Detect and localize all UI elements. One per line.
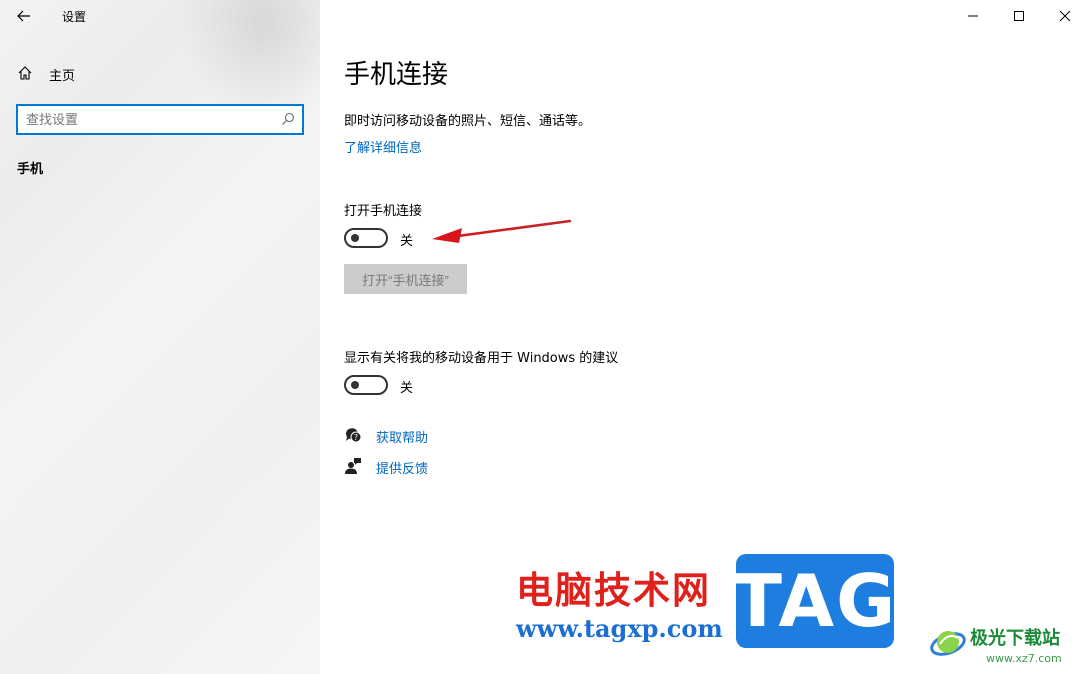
title-bar: 设置 (0, 0, 320, 32)
sidebar-section-title: 手机 (17, 162, 44, 177)
suggestions-toggle-state: 关 (400, 381, 414, 396)
watermark-brand2-name: 极光下载站 (970, 628, 1060, 649)
close-button[interactable] (1042, 0, 1088, 32)
minimize-icon (968, 15, 978, 17)
maximize-icon (1014, 11, 1024, 21)
watermark-tag-logo: TAG (733, 554, 895, 648)
page-description: 即时访问移动设备的照片、短信、通话等。 (344, 114, 592, 129)
aurora-logo-icon (930, 631, 966, 656)
close-icon (1059, 10, 1071, 22)
app-title: 设置 (62, 10, 87, 24)
watermark-brand2-url: www.xz7.com (986, 652, 1062, 665)
search-icon[interactable] (281, 112, 295, 126)
feedback-person-icon (345, 458, 361, 474)
sidebar-item-home[interactable]: 主页 (0, 58, 320, 88)
toggle-knob (351, 234, 359, 242)
annotation-arrow-icon (432, 219, 572, 243)
help-chat-icon: ? (345, 428, 362, 443)
search-input[interactable] (26, 110, 266, 130)
watermark-site-name: 电脑技术网 (516, 569, 711, 612)
toggle-knob (351, 381, 359, 389)
minimize-button[interactable] (950, 0, 996, 32)
feedback-link[interactable]: 提供反馈 (376, 458, 428, 477)
phone-link-toggle[interactable] (344, 228, 388, 248)
search-box[interactable] (16, 104, 304, 135)
get-help-link[interactable]: 获取帮助 (376, 427, 428, 446)
svg-text:?: ? (354, 433, 358, 442)
page-title: 手机连接 (344, 60, 449, 90)
sidebar-item-label: 主页 (49, 69, 76, 84)
suggestions-toggle[interactable] (344, 375, 388, 395)
phone-link-toggle-state: 关 (400, 234, 414, 249)
maximize-button[interactable] (996, 0, 1042, 32)
home-icon (18, 66, 32, 80)
learn-more-link[interactable]: 了解详细信息 (344, 137, 422, 156)
suggestions-label: 显示有关将我的移动设备用于 Windows 的建议 (344, 351, 619, 366)
watermark-site-url: www.tagxp.com (516, 614, 723, 643)
open-phone-link-button[interactable]: 打开“手机连接” (344, 264, 467, 294)
back-arrow-icon (17, 10, 30, 22)
sidebar: 设置 主页 手机 (0, 0, 320, 674)
phone-link-label: 打开手机连接 (344, 204, 423, 219)
back-button[interactable] (10, 4, 38, 28)
